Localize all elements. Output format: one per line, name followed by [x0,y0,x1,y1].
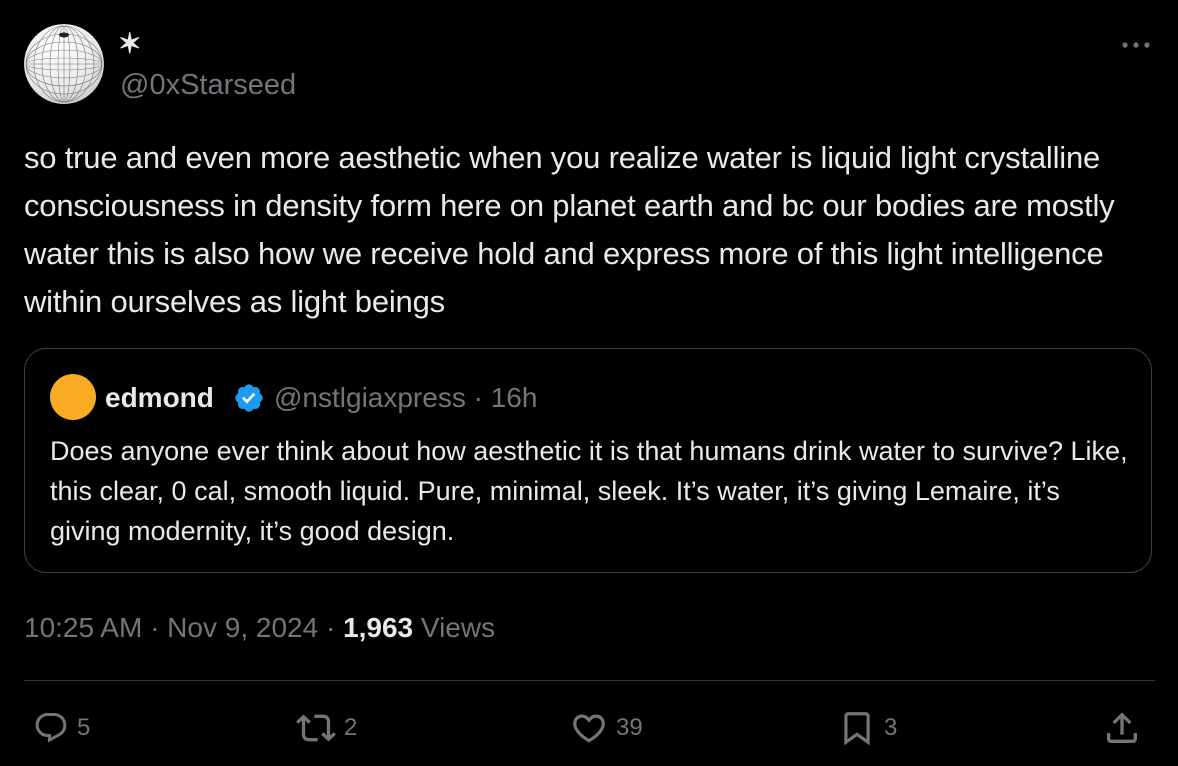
more-horizontal-icon [1122,42,1150,48]
divider [24,680,1155,681]
quote-handle-time: @nstlgiaxpress · 16h [274,382,538,413]
reply-count: 5 [77,714,91,741]
tweet: ✶ @0xStarseed so true and even more aest… [0,0,1178,766]
timestamp[interactable]: 10:25 AM · Nov 9, 2024 · [24,612,343,643]
author-handle[interactable]: @0xStarseed [120,68,296,102]
quote-display-name: edmond [105,382,214,413]
verified-badge-icon [233,382,265,414]
tweet-meta: 10:25 AM · Nov 9, 2024 · 1,963 Views [24,610,495,646]
repost-button[interactable]: 2 [296,706,357,750]
repost-icon [296,714,336,742]
bookmark-count: 3 [884,714,898,741]
repost-count: 2 [344,714,358,741]
views-label: Views [413,612,496,643]
like-count: 39 [616,714,643,741]
tweet-text: so true and even more aesthetic when you… [24,140,1115,319]
quote-avatar[interactable] [50,374,96,420]
wireframe-sphere-avatar-icon [24,24,104,104]
quote-text: Does anyone ever think about how aesthet… [50,436,1128,546]
more-button[interactable] [1116,30,1156,60]
reply-icon [35,713,67,743]
like-button[interactable]: 39 [570,706,643,750]
avatar[interactable] [24,24,104,104]
author-display-name[interactable]: ✶ [118,28,141,60]
reply-button[interactable]: 5 [33,706,90,750]
share-icon [1107,712,1137,743]
quoted-tweet[interactable]: edmond @nstlgiaxpress · 16h Does anyone … [24,348,1152,573]
bookmark-icon [844,712,870,746]
share-button[interactable] [1102,706,1142,750]
heart-icon [573,714,605,743]
views-count: 1,963 [343,612,414,643]
bookmark-button[interactable]: 3 [838,706,897,750]
